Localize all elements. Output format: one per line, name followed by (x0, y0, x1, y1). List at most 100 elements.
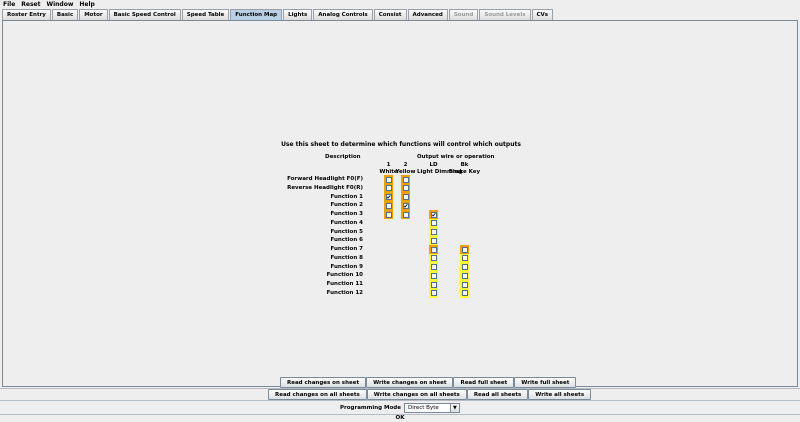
all-write-changes-on-all-sheets-button[interactable]: Write changes on all sheets (366, 389, 467, 400)
function-output-checkbox[interactable] (429, 236, 438, 246)
checkmark-icon: ✔ (402, 202, 409, 210)
function-output-checkbox[interactable]: ✔ (401, 201, 410, 211)
function-output-checkbox[interactable] (401, 210, 410, 219)
function-row-label: Function 12 (326, 289, 363, 296)
function-output-checkbox[interactable] (460, 253, 469, 263)
function-output-checkbox[interactable] (460, 280, 469, 289)
checkbox-box (430, 220, 437, 227)
function-map-panel: Use this sheet to determine which functi… (2, 20, 798, 387)
tab-basic[interactable]: Basic (51, 9, 79, 20)
sheet-write-full-sheet-button[interactable]: Write full sheet (514, 377, 577, 388)
function-output-checkbox[interactable] (384, 210, 393, 219)
tab-basic-speed-control[interactable]: Basic Speed Control (108, 9, 181, 20)
function-output-checkbox[interactable] (429, 218, 438, 228)
checkbox-box (430, 290, 437, 297)
tab-function-map[interactable]: Function Map (230, 9, 283, 20)
tab-speed-table[interactable]: Speed Table (181, 9, 230, 20)
function-row-label: Function 4 (330, 219, 363, 226)
checkbox-box (385, 202, 392, 209)
menu-bar: File Reset Window Help (0, 0, 800, 9)
checkbox-box (430, 264, 437, 270)
function-output-checkbox[interactable] (429, 280, 438, 289)
checkmark-icon: ✔ (430, 211, 437, 219)
checkmark-icon: ✔ (385, 194, 392, 201)
tab-sound-levels: Sound Levels (479, 9, 531, 20)
tab-motor[interactable]: Motor (79, 9, 108, 20)
function-output-checkbox[interactable] (460, 245, 469, 254)
tab-cvs[interactable]: CVs (531, 9, 554, 20)
checkbox-box (430, 246, 437, 253)
function-output-checkbox[interactable] (460, 271, 469, 281)
sheet-buttons: Read changes on sheet Write changes on sh… (280, 377, 577, 388)
tab-roster-entry[interactable]: Roster Entry (2, 9, 51, 20)
all-read-changes-on-all-sheets-button[interactable]: Read changes on all sheets (268, 389, 367, 400)
checkbox-box (461, 272, 468, 279)
sheet-read-changes-on-sheet-button[interactable]: Read changes on sheet (280, 377, 367, 388)
description-header: Description (325, 154, 361, 160)
function-output-checkbox[interactable] (460, 288, 469, 298)
tab-sound: Sound (448, 9, 479, 20)
column-name-2: Light Dimming (417, 169, 463, 175)
checkbox-box (430, 237, 437, 244)
tab-analog-controls[interactable]: Analog Controls (313, 9, 373, 20)
function-row-label: Function 9 (330, 263, 363, 270)
checkbox-box (402, 176, 409, 183)
function-output-checkbox[interactable] (460, 262, 469, 272)
tab-advanced[interactable]: Advanced (407, 9, 448, 20)
function-output-checkbox[interactable] (429, 262, 438, 272)
function-row-label: Function 3 (330, 211, 363, 217)
function-output-checkbox[interactable] (384, 183, 393, 193)
checkbox-box (385, 176, 392, 183)
tab-consist[interactable]: Consist (373, 9, 407, 20)
function-output-checkbox[interactable] (429, 288, 438, 298)
checkbox-box (385, 211, 392, 218)
function-output-checkbox[interactable] (384, 201, 393, 211)
function-output-checkbox[interactable] (401, 175, 410, 184)
all-write-all-sheets-button[interactable]: Write all sheets (528, 389, 592, 400)
function-output-checkbox[interactable] (429, 227, 438, 237)
function-output-checkbox[interactable] (429, 271, 438, 281)
tab-lights[interactable]: Lights (283, 9, 313, 20)
all-read-all-sheets-button[interactable]: Read all sheets (466, 389, 529, 400)
function-row-label: Function 11 (326, 281, 363, 287)
chevron-down-icon[interactable]: ▼ (449, 404, 459, 412)
function-row-label: Forward Headlight F0(F) (287, 176, 363, 182)
tab-bar: Roster Entry Basic Motor Basic Speed Contro… (2, 9, 554, 20)
function-row-label: Function 6 (330, 237, 363, 244)
checkbox-box (402, 194, 409, 200)
function-row-label: Function 5 (330, 228, 363, 235)
function-output-checkbox[interactable] (401, 192, 410, 202)
outputs-header: Output wire or operation (417, 154, 495, 160)
sheet-write-changes-on-sheet-button[interactable]: Write changes on sheet (366, 377, 454, 388)
function-row-label: Reverse Headlight F0(R) (287, 184, 363, 191)
column-number-2: LD (429, 162, 438, 168)
menu-help[interactable]: Help (79, 1, 94, 8)
intro-text: Use this sheet to determine which functi… (281, 141, 521, 148)
programming-mode-label: Programming Mode (340, 405, 401, 411)
function-output-checkbox[interactable] (429, 245, 438, 254)
menu-reset[interactable]: Reset (21, 1, 40, 8)
checkbox-box (461, 246, 468, 253)
sheet-read-full-sheet-button[interactable]: Read full sheet (453, 377, 515, 388)
function-output-checkbox[interactable] (384, 175, 393, 184)
checkbox-box (402, 185, 409, 192)
function-row-label: Function 2 (330, 202, 363, 209)
function-output-checkbox[interactable] (401, 183, 410, 193)
function-row-label: Function 8 (330, 254, 363, 261)
function-output-checkbox[interactable]: ✔ (429, 210, 438, 219)
function-output-checkbox[interactable]: ✔ (384, 192, 393, 202)
checkbox-box (430, 281, 437, 288)
checkbox-box (461, 290, 468, 297)
separator (0, 400, 800, 401)
column-name-3: Brake Key (448, 169, 481, 175)
menu-file[interactable]: File (3, 1, 15, 8)
checkbox-box (430, 229, 437, 235)
column-number-3: Bk (460, 162, 469, 168)
programming-mode-select[interactable]: Direct Byte ▼ (403, 403, 460, 413)
function-row-label: Function 1 (330, 193, 363, 200)
ok-button[interactable]: OK (0, 415, 800, 421)
function-output-checkbox[interactable] (429, 253, 438, 263)
menu-window[interactable]: Window (46, 1, 73, 8)
checkbox-box (385, 185, 392, 192)
checkbox-box (461, 255, 468, 262)
